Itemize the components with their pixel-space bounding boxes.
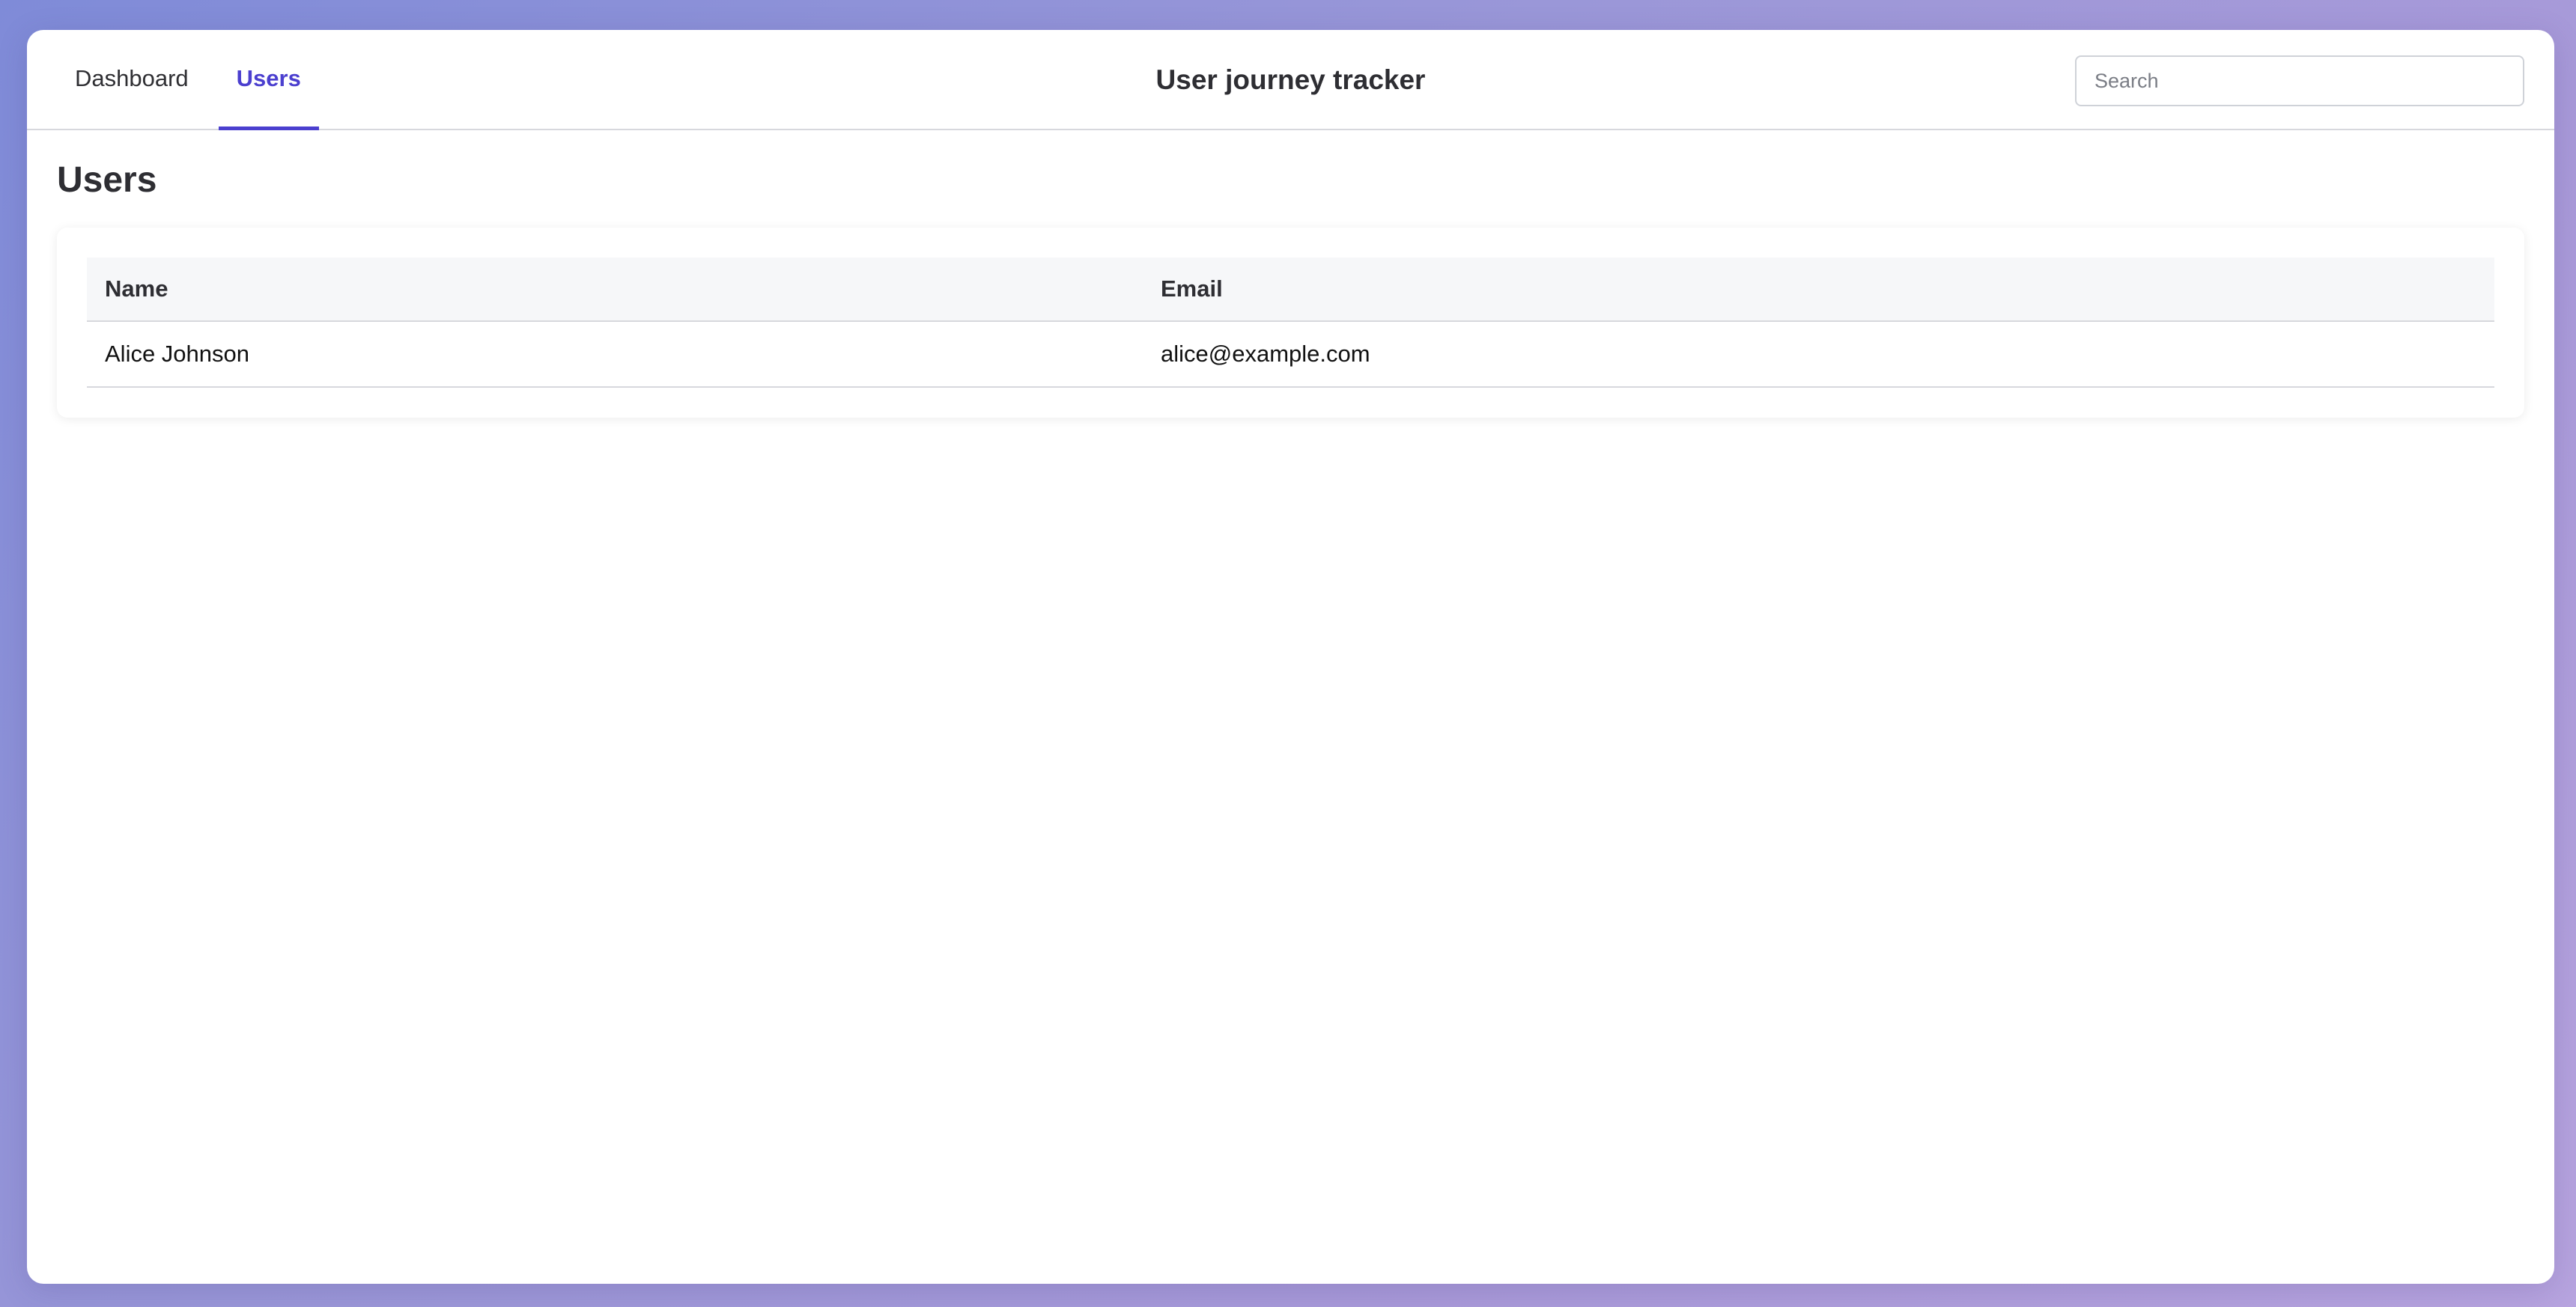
tab-users[interactable]: Users	[218, 30, 319, 130]
cell-name: Alice Johnson	[87, 320, 1143, 388]
top-bar: Dashboard Users User journey tracker	[27, 30, 2554, 130]
cell-email: alice@example.com	[1143, 320, 2494, 388]
nav-tabs: Dashboard Users	[57, 30, 331, 130]
app-title: User journey tracker	[1155, 64, 1426, 95]
users-table: Name Email Alice Johnson alice@example.c…	[87, 257, 2494, 388]
app-window: Dashboard Users User journey tracker Use…	[27, 30, 2554, 1284]
tab-dashboard[interactable]: Dashboard	[57, 30, 207, 130]
main-content: Users Name Email Alice Johnson alice@exa…	[27, 159, 2554, 418]
table-row[interactable]: Alice Johnson alice@example.com	[87, 320, 2494, 388]
table-header-row: Name Email	[87, 257, 2494, 322]
search-input[interactable]	[2075, 55, 2524, 106]
page-title: Users	[57, 160, 157, 200]
column-header-name[interactable]: Name	[87, 257, 1143, 322]
users-card: Name Email Alice Johnson alice@example.c…	[57, 227, 2524, 418]
column-header-email[interactable]: Email	[1143, 257, 2494, 322]
